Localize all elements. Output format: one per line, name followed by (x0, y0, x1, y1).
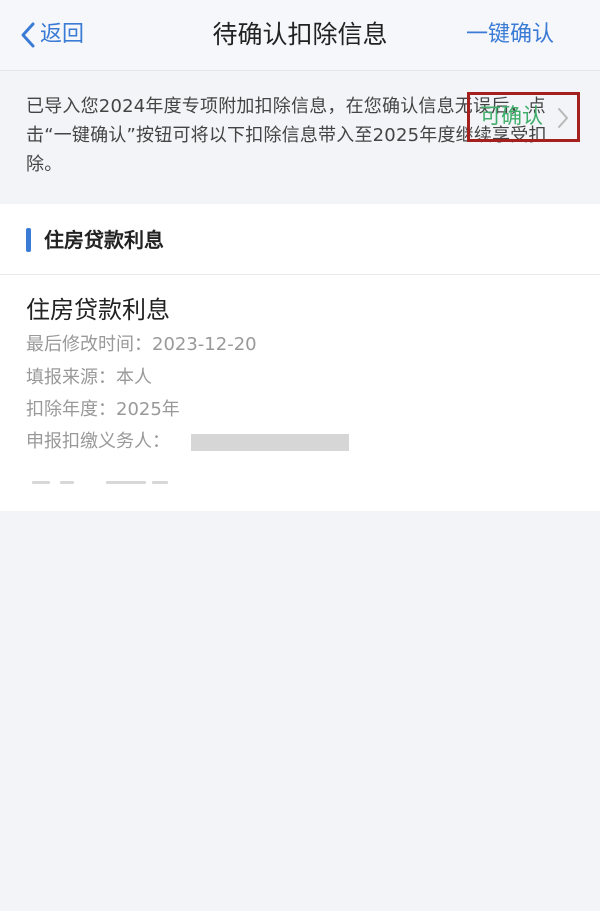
modified-time-value: 2023-12-20 (152, 334, 257, 355)
navigation-bar: 返回 待确认扣除信息 一键确认 (0, 0, 600, 71)
cut-off-detail-row (26, 477, 176, 487)
source-label: 填报来源： (26, 367, 116, 388)
chevron-left-icon (21, 22, 35, 48)
source-value: 本人 (116, 367, 152, 388)
detail-row-withholding-agent: 申报扣缴义务人： (26, 428, 170, 456)
section-header: 住房贷款利息 (0, 204, 600, 275)
back-button[interactable]: 返回 (20, 17, 84, 53)
redacted-agent-name (191, 434, 349, 451)
detail-row-deduction-year: 扣除年度：2025年 (26, 396, 180, 424)
modified-time-label: 最后修改时间： (26, 334, 152, 355)
deduction-year-label: 扣除年度： (26, 399, 116, 420)
deduction-year-value: 2025年 (116, 399, 180, 420)
back-label: 返回 (40, 22, 85, 47)
detail-row-modified-time: 最后修改时间：2023-12-20 (26, 331, 257, 359)
card-title: 住房贷款利息 (26, 296, 170, 324)
chevron-right-icon (558, 108, 568, 128)
withholding-agent-label: 申报扣缴义务人： (26, 431, 170, 452)
detail-row-source: 填报来源：本人 (26, 364, 152, 392)
section-title: 住房贷款利息 (44, 228, 164, 252)
deduction-card-housing-loan[interactable]: 住房贷款利息 最后修改时间：2023-12-20 填报来源：本人 扣除年度：20… (0, 275, 600, 511)
confirmable-status-button[interactable]: 可确认 (480, 98, 543, 134)
confirm-all-button[interactable]: 一键确认 (466, 17, 554, 53)
section-accent-bar (26, 228, 31, 252)
